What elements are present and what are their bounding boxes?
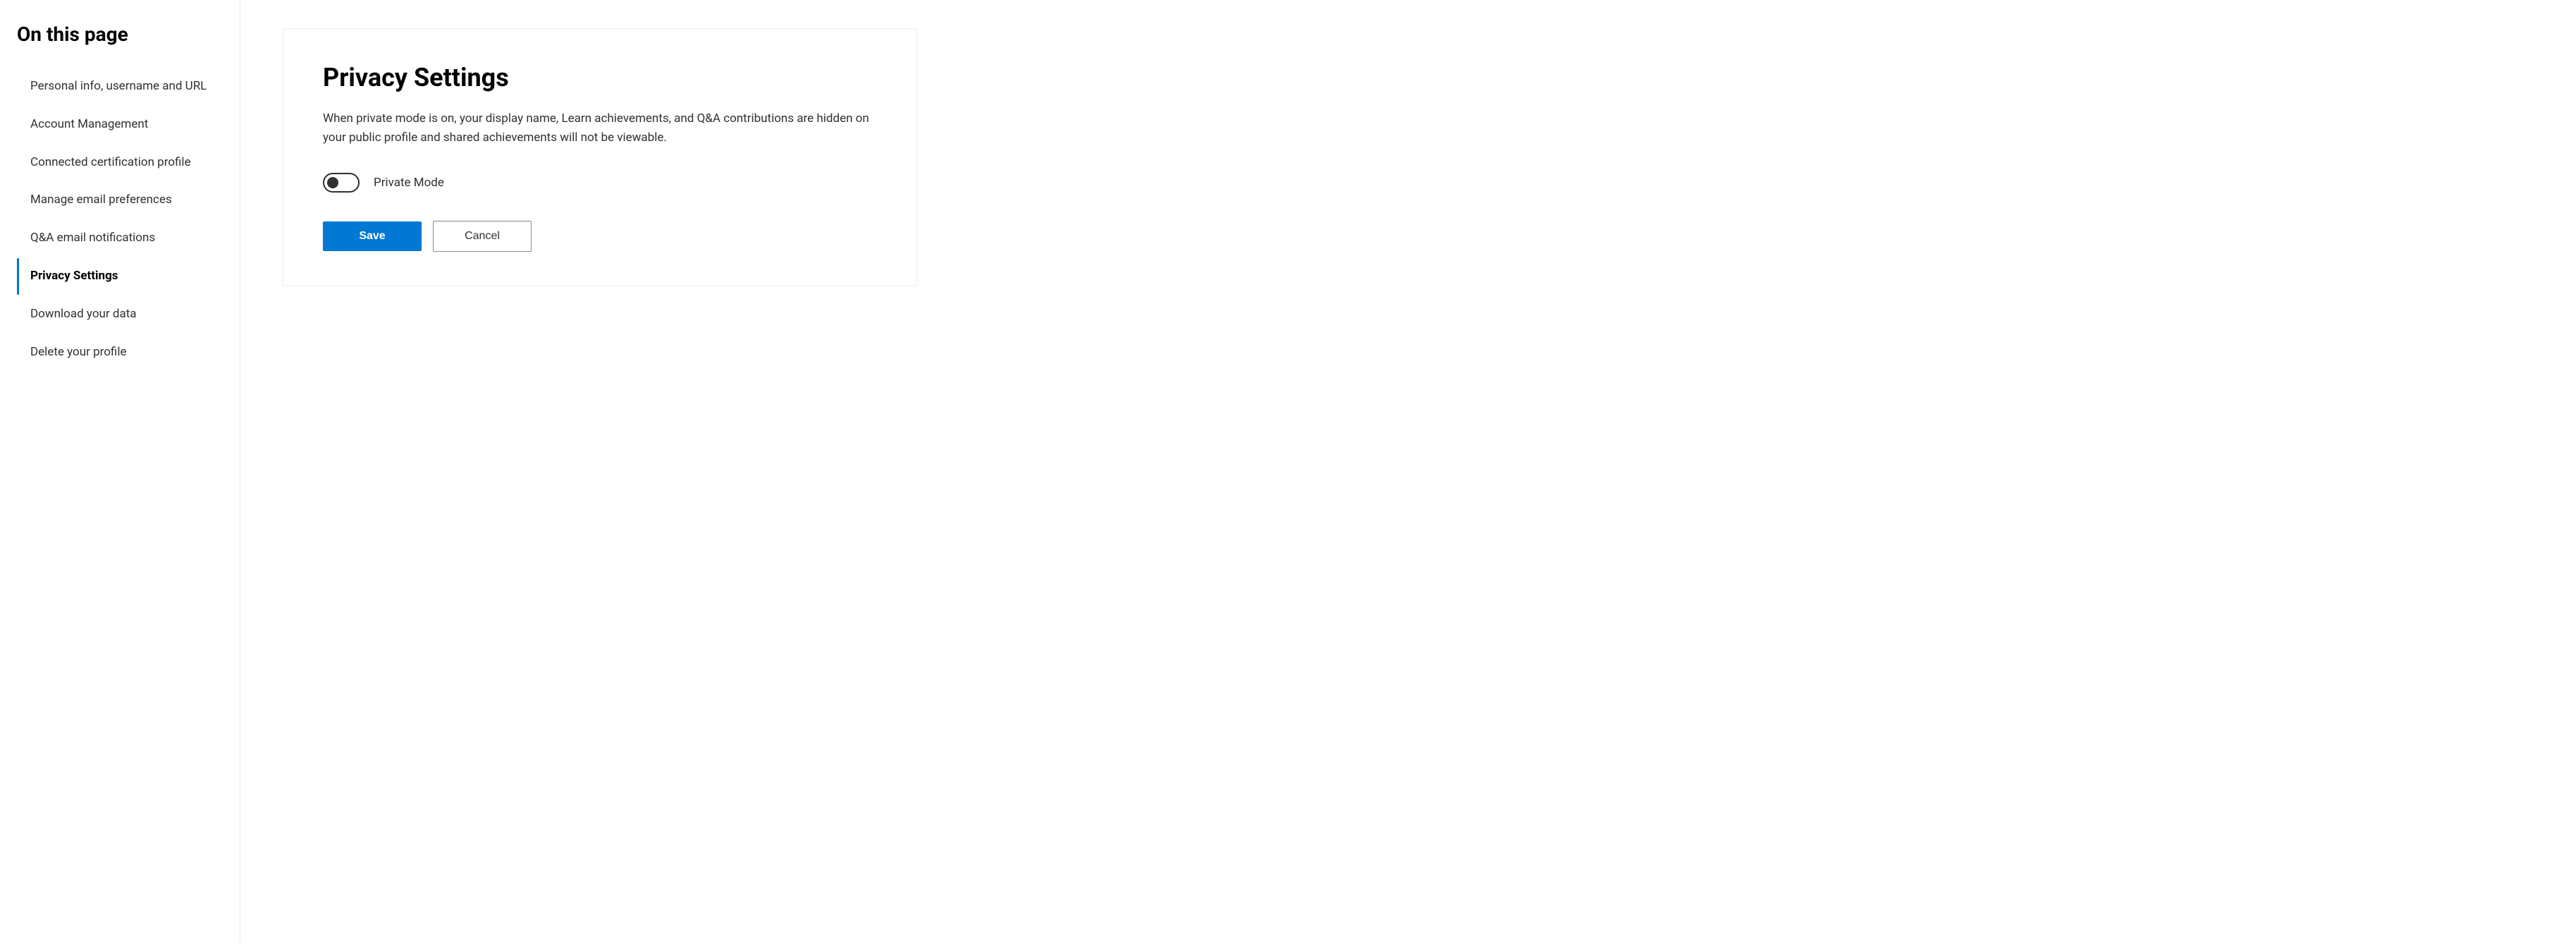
sidebar-item-privacy-settings[interactable]: Privacy Settings: [17, 258, 223, 295]
sidebar-item-delete-profile[interactable]: Delete your profile: [17, 334, 223, 371]
sidebar-item-connected-certification[interactable]: Connected certification profile: [17, 145, 223, 181]
private-mode-toggle[interactable]: [323, 173, 360, 193]
sidebar-title: On this page: [17, 23, 223, 46]
cancel-button[interactable]: Cancel: [433, 221, 532, 252]
section-description: When private mode is on, your display na…: [323, 109, 873, 147]
main-content: Privacy Settings When private mode is on…: [240, 0, 1128, 943]
toggle-thumb: [327, 177, 338, 188]
private-mode-row: Private Mode: [323, 173, 877, 193]
sidebar-nav: Personal info, username and URLAccount M…: [17, 68, 223, 370]
sidebar-item-personal-info[interactable]: Personal info, username and URL: [17, 68, 223, 105]
privacy-settings-card: Privacy Settings When private mode is on…: [283, 28, 917, 286]
sidebar-item-manage-email[interactable]: Manage email preferences: [17, 182, 223, 219]
private-mode-label: Private Mode: [374, 176, 444, 190]
sidebar-item-qa-email[interactable]: Q&A email notifications: [17, 220, 223, 257]
sidebar-item-download-data[interactable]: Download your data: [17, 296, 223, 333]
button-row: Save Cancel: [323, 221, 877, 252]
sidebar-item-account-management[interactable]: Account Management: [17, 107, 223, 143]
sidebar: On this page Personal info, username and…: [0, 0, 240, 943]
toggle-track: [323, 173, 360, 193]
save-button[interactable]: Save: [323, 221, 422, 251]
section-title: Privacy Settings: [323, 63, 877, 92]
